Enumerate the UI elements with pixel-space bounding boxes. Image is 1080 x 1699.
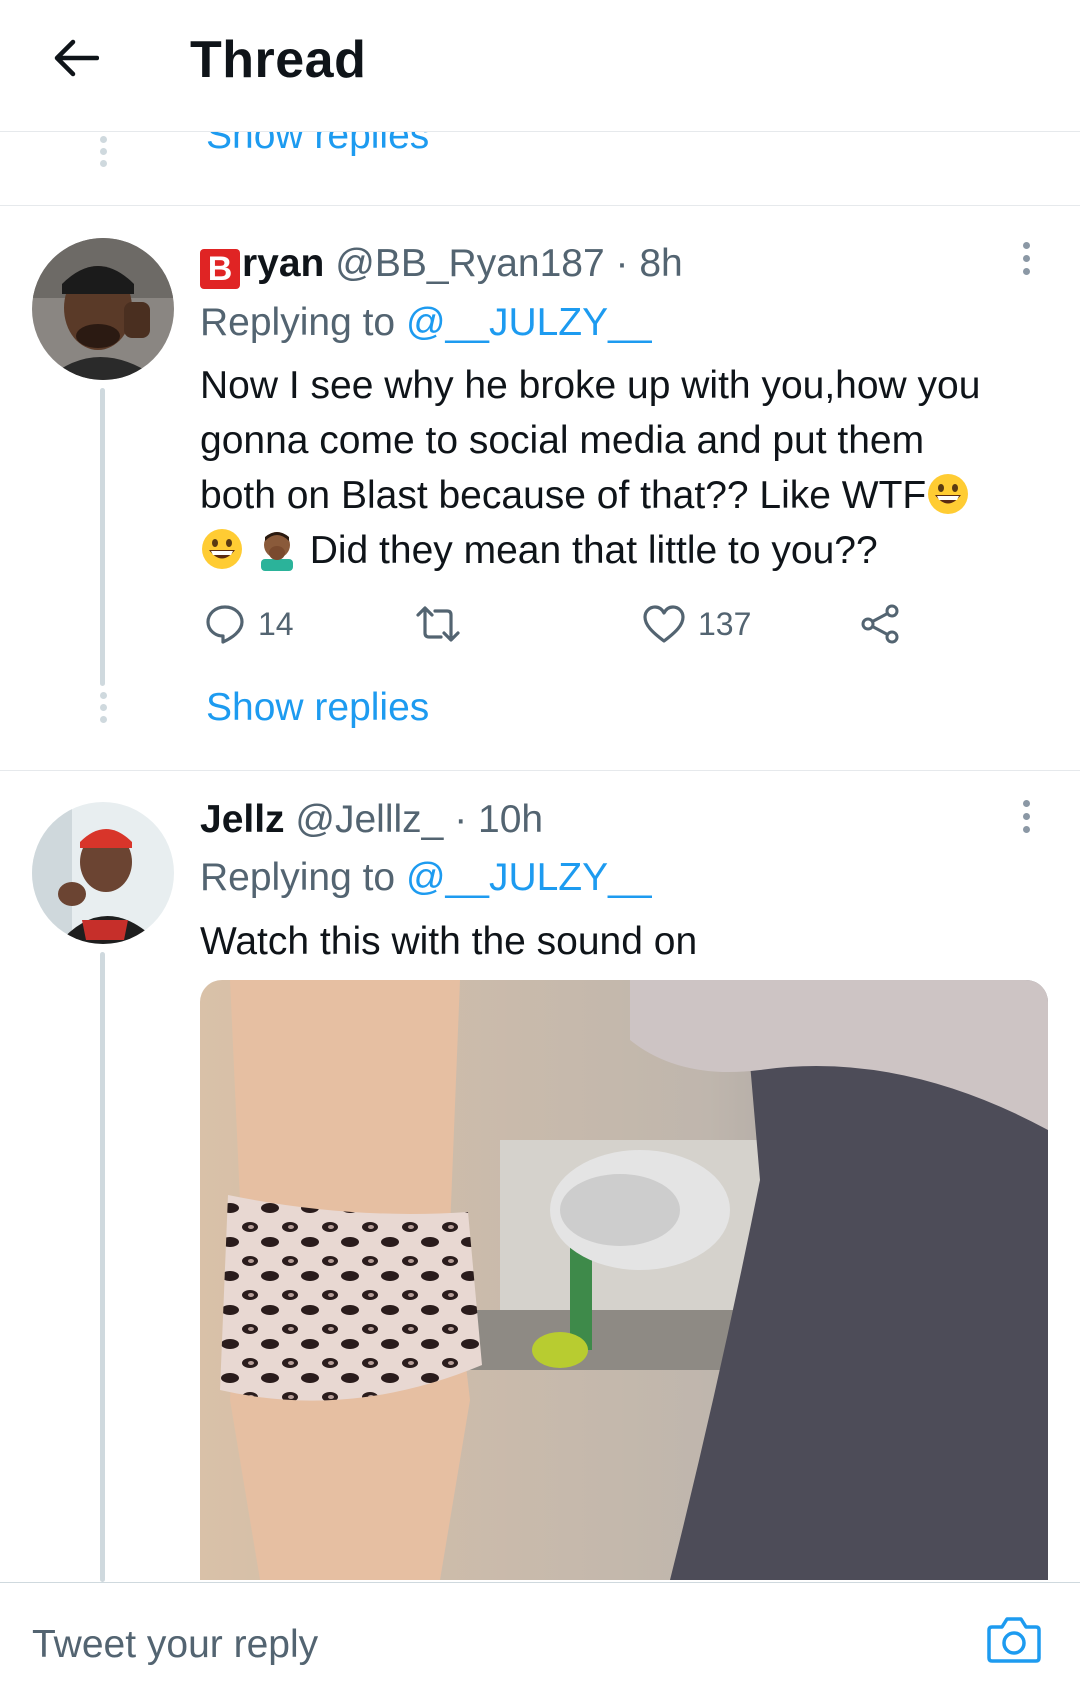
tweet-time: · 8h xyxy=(604,242,683,285)
share-icon xyxy=(861,604,899,644)
share-button[interactable] xyxy=(858,603,902,645)
tweet-header: Bryan @BB_Ryan187 · 8h xyxy=(200,242,683,289)
tweet-video[interactable] xyxy=(200,980,1048,1580)
retweet-button[interactable] xyxy=(414,603,462,645)
like-count: 137 xyxy=(698,605,752,642)
grinning-face-emoji xyxy=(202,529,242,569)
tweet-text: Now I see why he broke up with you,how y… xyxy=(200,358,1050,578)
show-replies-link[interactable]: Show replies xyxy=(206,686,429,730)
more-options-button[interactable] xyxy=(1006,228,1046,288)
replying-to: Replying to @__JULZY__ xyxy=(200,301,652,345)
tweet-text-line: Did they mean that little to you?? xyxy=(200,523,1050,578)
more-icon xyxy=(1022,241,1030,249)
display-name[interactable]: ryan xyxy=(242,242,324,285)
tweet-text-line: gonna come to social media and put them xyxy=(200,419,925,462)
arrow-left-icon xyxy=(54,39,99,77)
reply-count: 14 xyxy=(258,605,294,642)
user-handle[interactable]: @Jelllz_ xyxy=(295,798,443,841)
replying-label: Replying to xyxy=(200,301,396,344)
tweet-text: Watch this with the sound on xyxy=(200,920,698,963)
avatar[interactable] xyxy=(32,802,174,944)
display-name[interactable]: Jellz xyxy=(200,798,285,841)
thread-header: Thread xyxy=(0,0,1080,132)
heart-icon xyxy=(643,605,685,643)
reply-input[interactable]: Tweet your reply xyxy=(32,1623,318,1667)
retweet-icon xyxy=(416,606,460,642)
facepalm-emoji xyxy=(260,532,293,571)
tweet-text-line: Now I see why he broke up with you,how y… xyxy=(200,364,981,407)
back-button[interactable] xyxy=(44,26,108,90)
more-icon xyxy=(1022,799,1030,807)
avatar[interactable] xyxy=(32,238,174,380)
reply-composer: Tweet your reply xyxy=(0,1582,1080,1699)
camera-button[interactable] xyxy=(986,1613,1042,1665)
replying-to: Replying to @__JULZY__ xyxy=(200,856,652,900)
user-handle[interactable]: @BB_Ryan187 xyxy=(335,242,604,285)
tweet-header: Jellz @Jelllz_ · 10h xyxy=(200,798,543,842)
b-button-emoji: B xyxy=(200,249,240,289)
thread-line xyxy=(100,952,105,1582)
more-options-button[interactable] xyxy=(1006,786,1046,846)
like-button[interactable]: 137 xyxy=(642,603,751,645)
thread-gap-dots xyxy=(99,136,107,167)
tweet-text-line: both on Blast because of that?? Like WTF xyxy=(200,468,1050,523)
reply-icon xyxy=(206,605,244,644)
page-title: Thread xyxy=(190,31,367,89)
camera-icon xyxy=(987,1617,1041,1663)
mention-link[interactable]: @__JULZY__ xyxy=(406,856,652,899)
thread-line xyxy=(100,388,105,686)
grinning-face-emoji xyxy=(928,474,969,514)
replying-label: Replying to xyxy=(200,856,396,899)
divider xyxy=(0,770,1080,771)
tweet-time: · 10h xyxy=(443,798,544,841)
divider xyxy=(0,205,1080,206)
reply-button[interactable]: 14 xyxy=(204,603,294,645)
thread-gap-dots xyxy=(99,692,107,723)
mention-link[interactable]: @__JULZY__ xyxy=(406,301,652,344)
